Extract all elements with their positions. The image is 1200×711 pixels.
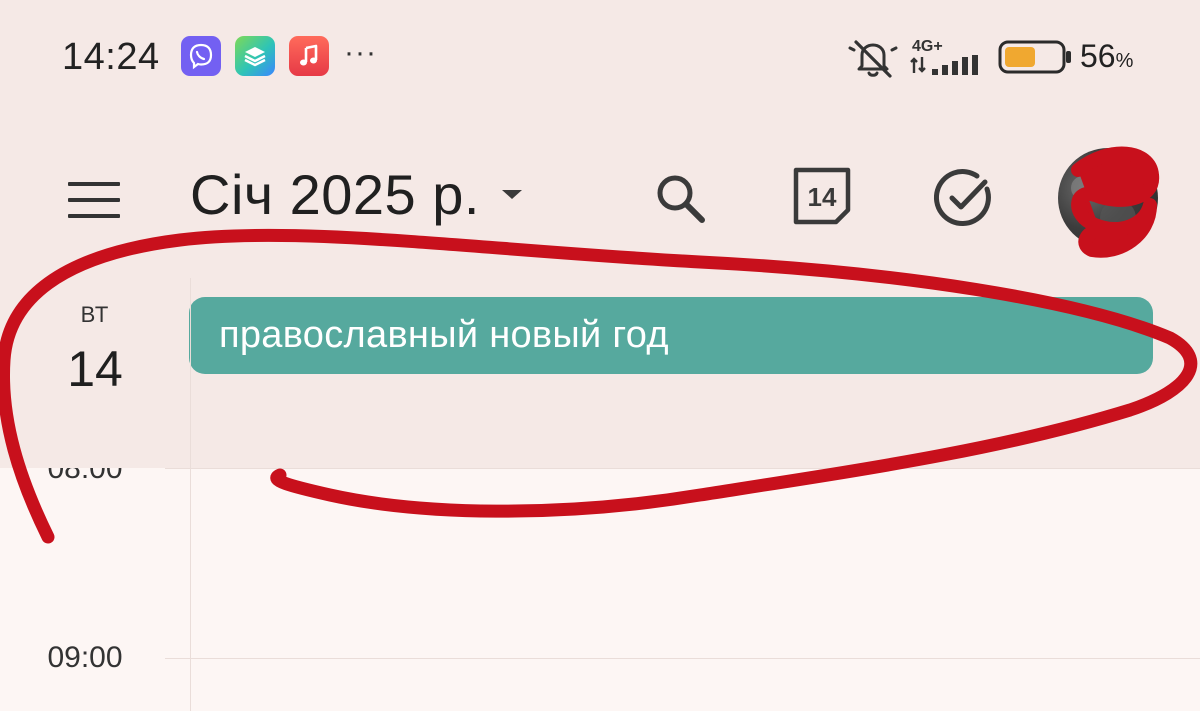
menu-icon[interactable] xyxy=(66,180,122,220)
dropdown-caret-icon xyxy=(501,190,522,199)
silent-mode-icon xyxy=(848,36,898,80)
viber-icon xyxy=(181,36,221,76)
today-date-number: 14 xyxy=(807,181,837,212)
hour-gridline xyxy=(165,658,1200,659)
app-bar: Січ 2025 р. 14 xyxy=(0,118,1200,278)
battery-percent-value: 56 xyxy=(1080,38,1116,74)
search-button[interactable] xyxy=(648,166,712,230)
battery-icon xyxy=(998,40,1074,74)
weekday-label: ВТ xyxy=(80,302,110,327)
battery-percentage: 56% xyxy=(1080,38,1133,75)
day-number[interactable]: 14 xyxy=(0,340,190,398)
tasks-button[interactable] xyxy=(932,166,996,230)
month-title: Січ 2025 р. xyxy=(190,163,480,226)
day-column-divider xyxy=(190,278,191,711)
hour-label-text: 08:00 xyxy=(47,468,123,485)
hour-label: 08:00 xyxy=(10,468,160,488)
battery-percent-sign: % xyxy=(1115,50,1134,72)
month-selector[interactable]: Січ 2025 р. xyxy=(190,162,522,227)
network-type-label: 4G+ xyxy=(912,38,943,55)
all-day-section: ВТ 14 православный новый год xyxy=(0,278,1200,468)
today-button[interactable]: 14 xyxy=(790,164,854,228)
calendar-screen: 14:24 ··· 4G+ 56% Січ 2025 р. 14 ВТ 14 п… xyxy=(0,0,1200,711)
all-day-event[interactable]: православный новый год xyxy=(189,297,1153,374)
more-notifications-icon: ··· xyxy=(344,36,377,69)
search-icon xyxy=(657,175,705,223)
check-circle-icon xyxy=(934,169,991,227)
event-title: православный новый год xyxy=(219,314,669,356)
hour-gridline xyxy=(165,468,1200,469)
music-app-icon xyxy=(289,36,329,76)
status-time: 14:24 xyxy=(62,36,160,78)
avatar[interactable] xyxy=(1058,148,1158,248)
layers-app-icon xyxy=(235,36,275,76)
hour-label: 09:00 xyxy=(47,641,123,674)
signal-strength-icon xyxy=(910,55,984,75)
status-bar: 14:24 ··· 4G+ 56% xyxy=(0,0,1200,118)
time-grid[interactable] xyxy=(0,468,1200,711)
